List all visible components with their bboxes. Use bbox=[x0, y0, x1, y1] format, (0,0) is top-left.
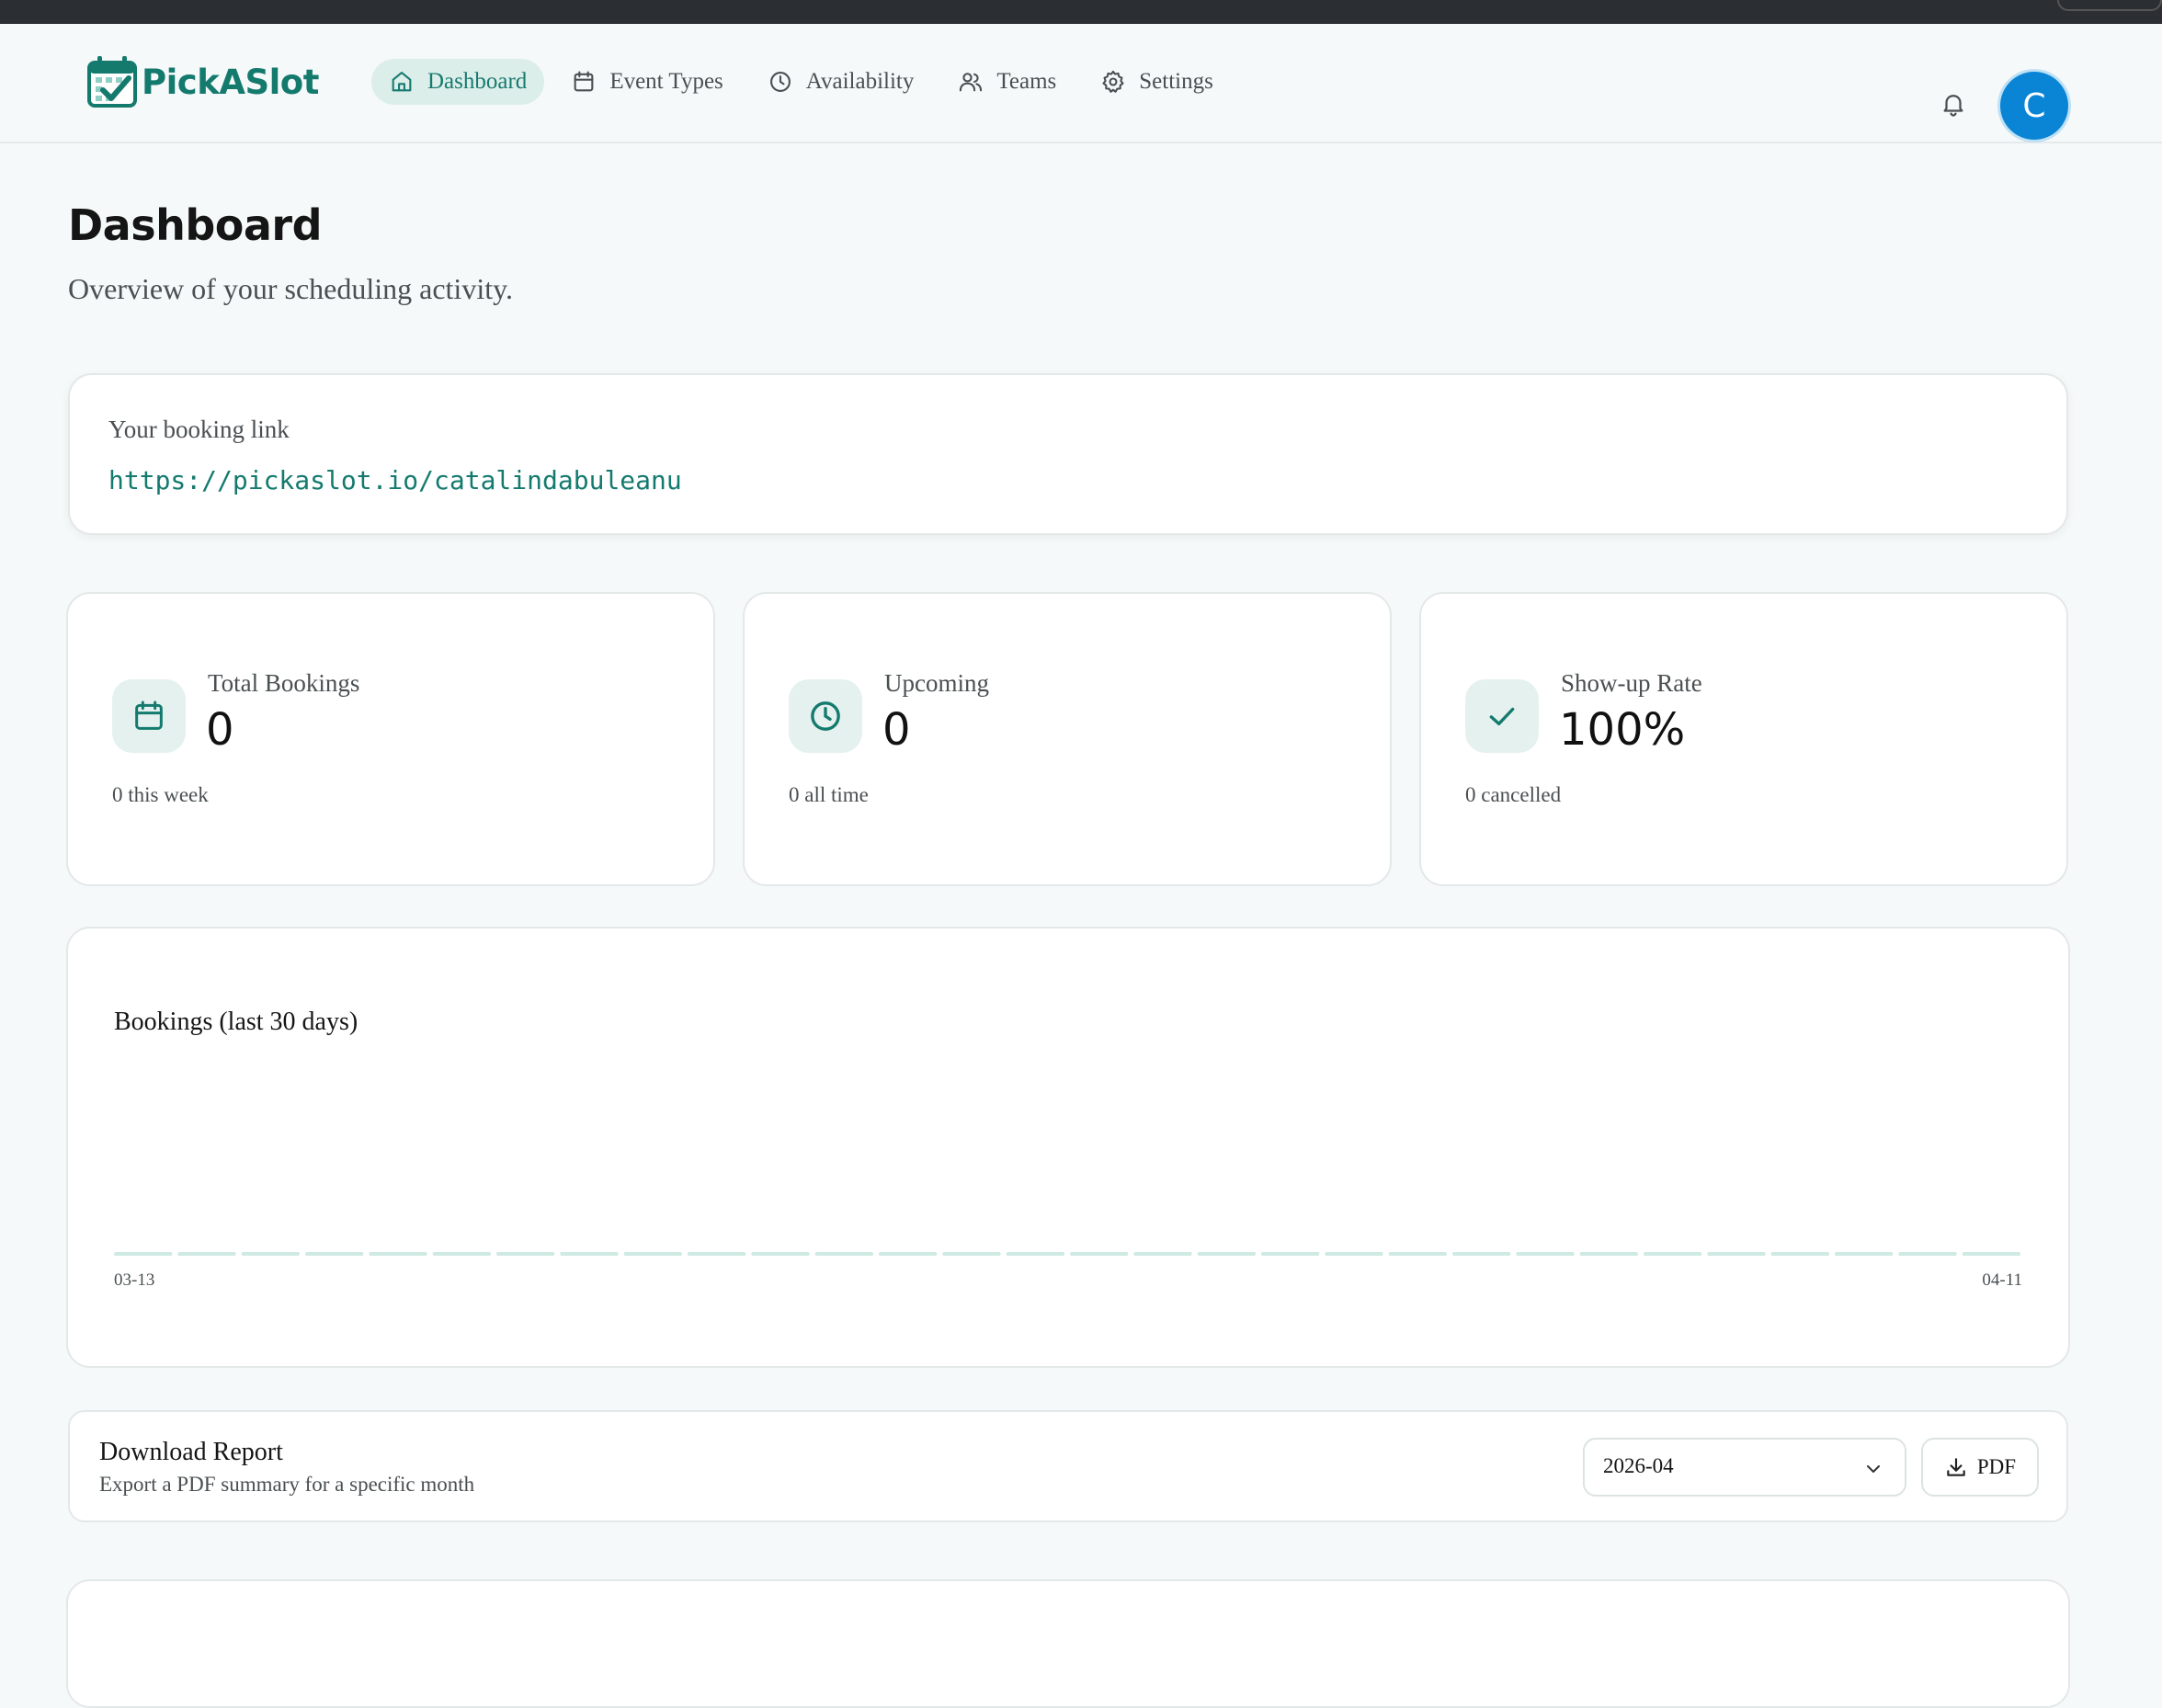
chart-bar bbox=[1070, 1252, 1129, 1256]
chart-bar bbox=[623, 1252, 682, 1256]
calendar-icon bbox=[574, 71, 594, 92]
chart-bar bbox=[814, 1252, 873, 1256]
check-icon bbox=[1489, 707, 1515, 725]
chart-bar bbox=[1261, 1252, 1320, 1256]
chart-bar bbox=[305, 1252, 364, 1256]
bookings-chart-card: Bookings (last 30 days) 03-13 04-11 bbox=[66, 927, 2070, 1368]
booking-link-label: Your booking link bbox=[108, 416, 290, 443]
users-icon bbox=[960, 73, 983, 92]
clock-icon bbox=[811, 701, 840, 731]
nav-item-availability[interactable]: Availability bbox=[750, 59, 932, 105]
download-pdf-label: PDF bbox=[1976, 1455, 2017, 1478]
chart-bar bbox=[114, 1252, 173, 1256]
chart-bar bbox=[241, 1252, 300, 1256]
booking-link-url[interactable]: https://pickaslot.io/catalindabuleanu bbox=[108, 465, 682, 495]
stat-value: 100% bbox=[1559, 704, 1686, 756]
month-select[interactable]: 2026-04 bbox=[1583, 1438, 1906, 1497]
stat-subtext: 0 cancelled bbox=[1465, 783, 1562, 806]
chart-bar bbox=[1516, 1252, 1575, 1256]
nav-item-teams[interactable]: Teams bbox=[940, 59, 1074, 105]
chart-bar bbox=[1835, 1252, 1894, 1256]
calendar-check-logo-icon bbox=[87, 56, 137, 108]
nav-item-event-types[interactable]: Event Types bbox=[553, 59, 740, 105]
booking-link-card: Your booking link https://pickaslot.io/c… bbox=[68, 373, 2068, 535]
chart-bar bbox=[688, 1252, 746, 1256]
page-title: Dashboard bbox=[68, 200, 323, 250]
chart-bar bbox=[1770, 1252, 1829, 1256]
nav-item-label: Event Types bbox=[609, 69, 723, 94]
page-subtitle: Overview of your scheduling activity. bbox=[68, 272, 514, 305]
stat-subtext: 0 all time bbox=[789, 783, 869, 806]
stat-icon-container bbox=[789, 679, 862, 753]
chart-bar bbox=[1388, 1252, 1447, 1256]
gear-icon bbox=[1102, 70, 1124, 93]
report-subtitle: Export a PDF summary for a specific mont… bbox=[99, 1473, 475, 1496]
browser-control bbox=[2057, 0, 2162, 11]
chevron-down-icon bbox=[1867, 1465, 1880, 1473]
app-name: PickASlot bbox=[142, 62, 319, 102]
nav-item-label: Settings bbox=[1139, 69, 1213, 94]
download-pdf-button[interactable]: PDF bbox=[1921, 1438, 2039, 1497]
download-report-card: Download Report Export a PDF summary for… bbox=[68, 1410, 2068, 1522]
chart-bar bbox=[432, 1252, 491, 1256]
main-nav: Dashboard Event Types Availability Teams… bbox=[371, 59, 1240, 105]
stat-icon-container bbox=[112, 679, 186, 753]
chart-bar bbox=[942, 1252, 1001, 1256]
stat-label: Show-up Rate bbox=[1561, 669, 1702, 697]
x-axis-end-label: 04-11 bbox=[1982, 1270, 2022, 1290]
chart-bar bbox=[177, 1252, 236, 1256]
clock-icon bbox=[769, 72, 791, 92]
nav-item-settings[interactable]: Settings bbox=[1083, 59, 1231, 105]
stat-card-total-bookings: Total Bookings 0 0 this week bbox=[66, 592, 715, 886]
stat-label: Total Bookings bbox=[208, 669, 360, 697]
chart-bar bbox=[369, 1252, 427, 1256]
browser-chrome-strip bbox=[0, 0, 2162, 24]
stat-value: 0 bbox=[882, 704, 911, 756]
chart-title: Bookings (last 30 days) bbox=[114, 1008, 358, 1036]
chart-bar bbox=[1644, 1252, 1702, 1256]
chart-bar bbox=[751, 1252, 810, 1256]
nav-item-dashboard[interactable]: Dashboard bbox=[371, 59, 545, 105]
nav-item-label: Teams bbox=[996, 69, 1057, 94]
stat-card-upcoming: Upcoming 0 0 all time bbox=[743, 592, 1392, 886]
month-select-value: 2026-04 bbox=[1603, 1454, 1674, 1477]
nav-item-label: Availability bbox=[805, 69, 915, 94]
stat-card-show-up-rate: Show-up Rate 100% 0 cancelled bbox=[1419, 592, 2068, 886]
stat-label: Upcoming bbox=[884, 669, 989, 697]
chart-bar bbox=[1579, 1252, 1638, 1256]
chart-bar bbox=[1325, 1252, 1383, 1256]
report-title: Download Report bbox=[99, 1438, 283, 1466]
nav-item-label: Dashboard bbox=[427, 69, 528, 94]
chart-bar bbox=[879, 1252, 938, 1256]
chart-bar bbox=[496, 1252, 555, 1256]
chart-bar bbox=[1707, 1252, 1766, 1256]
bell-icon[interactable] bbox=[1940, 90, 1967, 118]
chart-bar bbox=[560, 1252, 619, 1256]
download-icon bbox=[1947, 1458, 1965, 1476]
top-navigation-bar: PickASlot Dashboard Event Types Availabi… bbox=[0, 24, 2162, 143]
chart-bar bbox=[1452, 1252, 1511, 1256]
chart-bar bbox=[1006, 1252, 1064, 1256]
chart-bar bbox=[1197, 1252, 1256, 1256]
home-icon bbox=[392, 72, 412, 92]
app-logo[interactable]: PickASlot bbox=[86, 55, 319, 108]
chart-bar bbox=[1962, 1252, 2020, 1256]
stat-value: 0 bbox=[206, 704, 234, 756]
chart-bar bbox=[1133, 1252, 1192, 1256]
chart-bar bbox=[1898, 1252, 1957, 1256]
stat-subtext: 0 this week bbox=[112, 783, 209, 806]
bookings-chart bbox=[114, 1252, 2020, 1256]
stat-icon-container bbox=[1465, 679, 1539, 753]
x-axis-start-label: 03-13 bbox=[114, 1270, 155, 1290]
calendar-icon bbox=[135, 700, 163, 730]
user-avatar[interactable]: C bbox=[2000, 72, 2068, 140]
next-section-card bbox=[66, 1579, 2070, 1708]
